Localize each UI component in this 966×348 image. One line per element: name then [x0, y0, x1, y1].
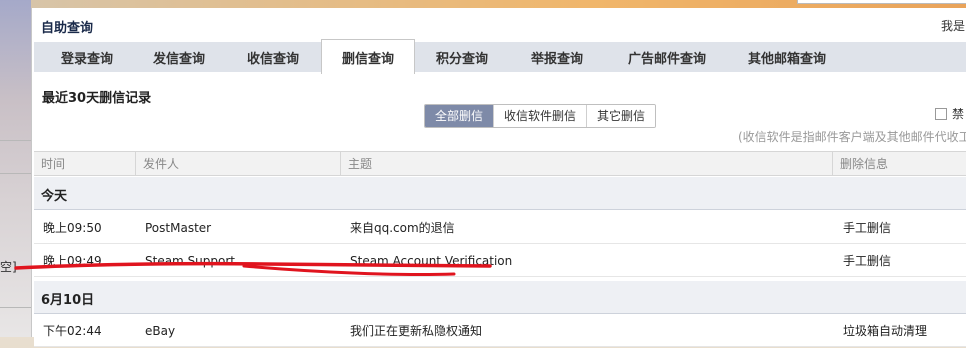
background-edge-text: 空] [0, 260, 17, 274]
group-header-june-10: 6月10日 [34, 281, 966, 314]
column-header-subject: 主题 [340, 152, 834, 175]
filter-checkbox-label: 禁 [952, 107, 965, 121]
delete-filter-group: 全部删信 收信软件删信 其它删信 [424, 104, 657, 128]
filter-checkbox-wrap[interactable]: 禁 [935, 105, 964, 122]
table-row[interactable]: 晚上09:50 PostMaster 来自qq.com的退信 手工删信 [34, 211, 966, 244]
row-sender: eBay [145, 324, 176, 338]
row-delete-info: 手工删信 [843, 254, 892, 268]
tab-received-query[interactable]: 收信查询 [233, 42, 313, 72]
row-time: 下午02:44 [43, 324, 102, 338]
row-subject: 我们正在更新私隐权通知 [350, 324, 483, 338]
background-divider [0, 173, 31, 174]
filter-other-deleted-button[interactable]: 其它删信 [587, 105, 656, 127]
group-label: 6月10日 [41, 293, 95, 308]
tab-login-query[interactable]: 登录查询 [47, 42, 127, 72]
group-header-today: 今天 [34, 177, 966, 210]
row-time: 晚上09:49 [43, 254, 102, 268]
tab-report-query[interactable]: 举报查询 [517, 42, 597, 72]
filter-client-deleted-button[interactable]: 收信软件删信 [494, 105, 588, 127]
section-title: 最近30天删信记录 [42, 91, 152, 106]
filter-checkbox[interactable] [935, 107, 947, 120]
row-sender: Steam Support [145, 254, 235, 268]
filter-all-deleted-button[interactable]: 全部删信 [425, 105, 495, 127]
row-delete-info: 垃圾箱自动清理 [843, 324, 928, 338]
table-row[interactable]: 晚上09:49 Steam Support Steam Account Veri… [34, 244, 966, 277]
column-header-time: 时间 [41, 157, 66, 171]
query-tabbar: 登录查询 发信查询 收信查询 删信查询 积分查询 举报查询 广告邮件查询 其他邮… [34, 39, 966, 74]
row-time: 晚上09:50 [43, 221, 102, 235]
table-row[interactable]: 下午02:44 eBay 我们正在更新私隐权通知 垃圾箱自动清理 [34, 314, 966, 347]
panel-right-note: 我是 [940, 19, 965, 33]
panel-title: 自助查询 [41, 21, 94, 36]
group-label: 今天 [41, 189, 68, 204]
row-sender: PostMaster [145, 221, 212, 235]
column-header-sender: 发件人 [135, 152, 340, 175]
tab-deleted-query[interactable]: 删信查询 [321, 39, 415, 74]
filter-hint: (收信软件是指邮件客户端及其他邮件代收工 [738, 130, 966, 144]
tab-sent-query[interactable]: 发信查询 [139, 42, 219, 72]
self-service-panel: 自助查询 我是 登录查询 发信查询 收信查询 删信查询 积分查询 举报查询 广告… [31, 8, 966, 347]
background-divider [0, 140, 31, 141]
tab-ad-mail-query[interactable]: 广告邮件查询 [612, 42, 722, 72]
table-header: 时间 发件人 主题 删除信息 [34, 151, 966, 176]
row-delete-info: 手工删信 [843, 221, 892, 235]
tab-points-query[interactable]: 积分查询 [422, 42, 502, 72]
background-left-strip: 空] [0, 0, 31, 337]
background-divider [0, 307, 31, 308]
column-header-delete-info: 删除信息 [832, 152, 966, 175]
background-input-edge [797, 0, 966, 4]
row-subject: 来自qq.com的退信 [350, 221, 455, 235]
tab-other-mailbox-query[interactable]: 其他邮箱查询 [732, 42, 842, 72]
row-subject: Steam Account Verification [350, 254, 513, 268]
